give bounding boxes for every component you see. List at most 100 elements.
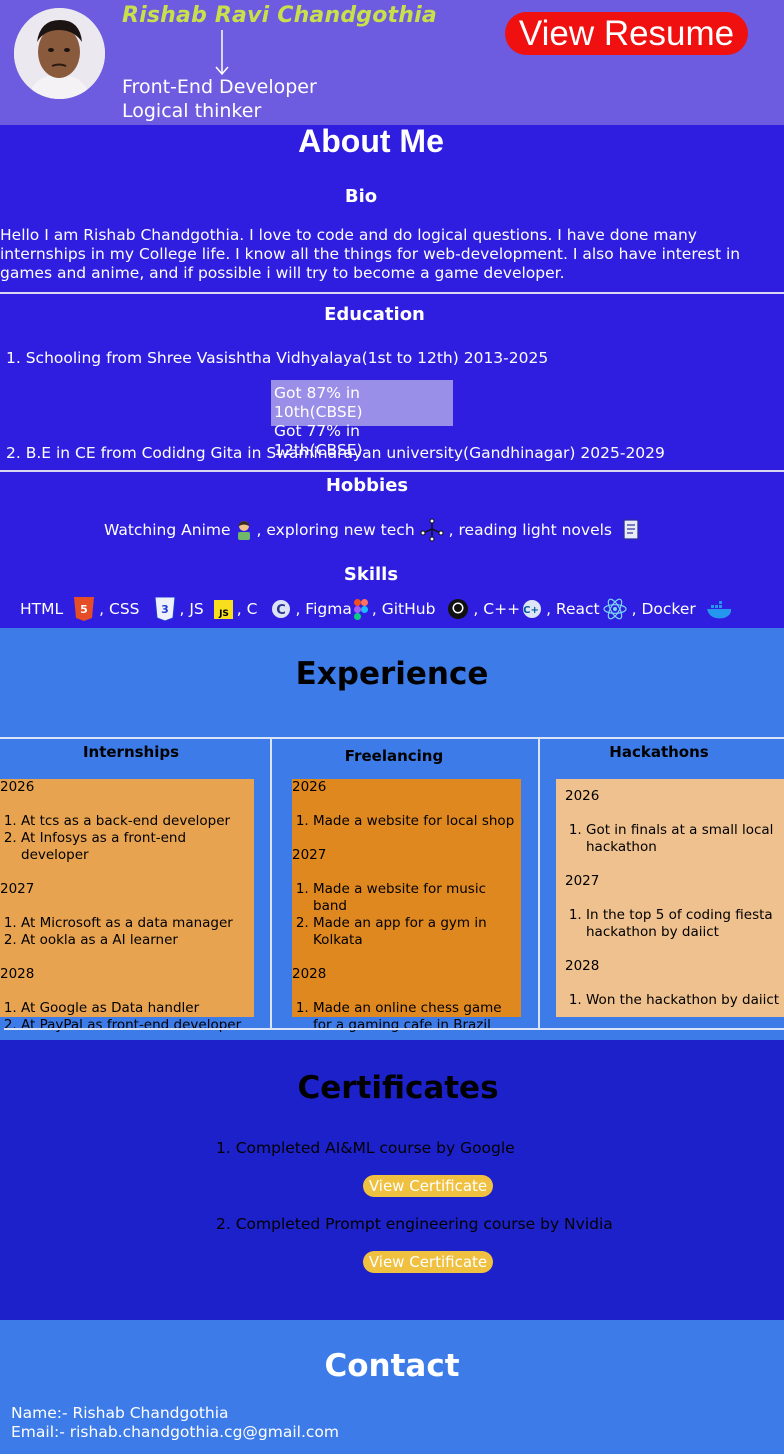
skill-label: , CSS — [99, 600, 140, 618]
svg-text:C+: C+ — [523, 605, 539, 616]
profile-avatar — [14, 8, 105, 99]
list-item: At Google as Data handler — [21, 1000, 254, 1017]
year-label: 2028 — [565, 958, 600, 974]
network-nodes-icon — [420, 518, 444, 542]
contact-section: Contact Name:- Rishab Chandgothia Email:… — [0, 1320, 784, 1454]
certificate-item: 1. Completed AI&ML course by Google — [216, 1139, 515, 1157]
anime-person-icon — [237, 521, 250, 540]
view-resume-button[interactable]: View Resume — [505, 12, 748, 55]
about-section: About Me Bio Hello I am Rishab Chandgoth… — [0, 125, 784, 628]
year-label: 2027 — [292, 847, 327, 863]
html5-icon: 5 — [74, 597, 95, 621]
hobby-anime: Watching Anime — [104, 521, 231, 539]
divider — [0, 470, 784, 472]
certificate-item: 2. Completed Prompt engineering course b… — [216, 1215, 613, 1233]
profile-name: Rishab Ravi Chandgothia — [122, 3, 437, 28]
list-item: At Microsoft as a data manager — [21, 915, 254, 932]
grade-line: Got 87% in 10th(CBSE) — [274, 384, 363, 421]
internships-card: 2026 At tcs as a back-end developer At I… — [0, 779, 254, 1033]
skill-label: , C++ — [473, 600, 521, 618]
list-item: At PayPal as front-end developer — [21, 1017, 254, 1034]
docker-icon — [706, 601, 731, 619]
contact-title: Contact — [324, 1348, 460, 1384]
svg-text:JS: JS — [218, 609, 229, 619]
role-line: Front-End Developer — [122, 76, 317, 98]
github-icon — [448, 599, 469, 619]
header: Rishab Ravi Chandgothia Front-End Develo… — [0, 0, 784, 125]
skill-label: , Figma — [295, 600, 352, 618]
year-label: 2028 — [292, 966, 327, 982]
year-label: 2026 — [0, 779, 35, 795]
certificates-title: Certificates — [297, 1070, 499, 1106]
freelancing-heading: Freelancing — [344, 747, 444, 765]
list-item: Won the hackathon by daiict — [586, 992, 784, 1009]
skills-list: HTML 5 , CSS 3 , JS JS , C C , Figma , G… — [20, 597, 738, 621]
experience-list: At tcs as a back-end developer At Infosy… — [0, 813, 254, 864]
hobbies-list: Watching Anime , exploring new tech , re… — [104, 518, 644, 542]
css3-icon: 3 — [153, 597, 176, 621]
hobby-novels: , reading light novels — [448, 521, 612, 539]
svg-text:C: C — [277, 603, 287, 618]
year-label: 2027 — [0, 881, 35, 897]
education-item: 2. B.E in CE from Codidng Gita in Swamin… — [6, 444, 665, 462]
svg-text:5: 5 — [80, 603, 88, 616]
svg-text:3: 3 — [161, 603, 169, 616]
about-title: About Me — [298, 123, 444, 159]
experience-list: Got in finals at a small local hackathon — [565, 822, 784, 856]
grades-box: Got 87% in 10th(CBSE) Got 77% in 12th(CB… — [271, 380, 453, 459]
experience-list: Made a website for local shop — [292, 813, 521, 830]
arrow-down-icon — [215, 30, 229, 76]
list-item: Made a website for music band — [313, 881, 521, 915]
list-item: In the top 5 of coding fiesta hackathon … — [586, 907, 784, 941]
column-divider — [270, 739, 272, 1029]
skill-label: HTML — [20, 600, 64, 618]
divider — [4, 1028, 784, 1030]
role-line: Logical thinker — [122, 100, 262, 122]
bio-heading: Bio — [344, 186, 378, 207]
book-icon — [623, 519, 639, 540]
hackathons-heading: Hackathons — [609, 743, 709, 761]
profile-roles: Front-End Developer Logical thinker — [122, 75, 317, 123]
list-item: Got in finals at a small local hackathon — [586, 822, 784, 856]
skill-label: , Docker — [631, 600, 696, 618]
hobby-tech: , exploring new tech — [256, 521, 415, 539]
column-divider — [538, 739, 540, 1029]
figma-icon — [353, 598, 368, 620]
experience-frame: Internships Freelancing Hackathons 2026 … — [0, 737, 784, 1033]
hackathons-card: 2026 Got in finals at a small local hack… — [556, 779, 784, 1017]
javascript-icon: JS — [213, 599, 233, 619]
skill-label: , C — [236, 600, 258, 618]
cplusplus-icon: C+ — [523, 600, 542, 618]
view-certificate-button[interactable]: View Certificate — [363, 1251, 493, 1273]
contact-name: Name:- Rishab Chandgothia — [11, 1404, 229, 1422]
bio-text: Hello I am Rishab Chandgothia. I love to… — [0, 226, 741, 282]
skill-label: , React — [546, 600, 600, 618]
view-certificate-button[interactable]: View Certificate — [363, 1175, 493, 1197]
skills-heading: Skills — [343, 564, 399, 585]
year-label: 2026 — [565, 788, 600, 804]
experience-list: Made a website for music band Made an ap… — [292, 881, 521, 949]
freelancing-card: 2026 Made a website for local shop 2027 … — [292, 779, 521, 1033]
divider — [0, 292, 784, 294]
contact-email[interactable]: Email:- rishab.chandgothia.cg@gmail.com — [11, 1423, 339, 1441]
list-item: At tcs as a back-end developer — [21, 813, 254, 830]
hobbies-heading: Hobbies — [325, 475, 409, 496]
certificates-section: Certificates 1. Completed AI&ML course b… — [0, 1040, 784, 1320]
experience-section: Experience Internships Freelancing Hacka… — [0, 628, 784, 1040]
list-item: Made an app for a gym in Kolkata — [313, 915, 521, 949]
experience-title: Experience — [295, 656, 489, 692]
experience-list: Won the hackathon by daiict — [565, 992, 784, 1009]
year-label: 2026 — [292, 779, 327, 795]
experience-list: In the top 5 of coding fiesta hackathon … — [565, 907, 784, 941]
skill-label: , JS — [179, 600, 204, 618]
c-language-icon: C — [272, 600, 291, 618]
list-item: At ookla as a AI learner — [21, 932, 254, 949]
education-item: 1. Schooling from Shree Vasishtha Vidhya… — [6, 349, 549, 367]
list-item: At Infosys as a front-end developer — [21, 830, 254, 864]
list-item: Made a website for local shop — [313, 813, 521, 830]
internships-heading: Internships — [82, 743, 180, 761]
year-label: 2027 — [565, 873, 600, 889]
react-icon — [603, 598, 627, 620]
year-label: 2028 — [0, 966, 35, 982]
education-heading: Education — [324, 304, 425, 325]
